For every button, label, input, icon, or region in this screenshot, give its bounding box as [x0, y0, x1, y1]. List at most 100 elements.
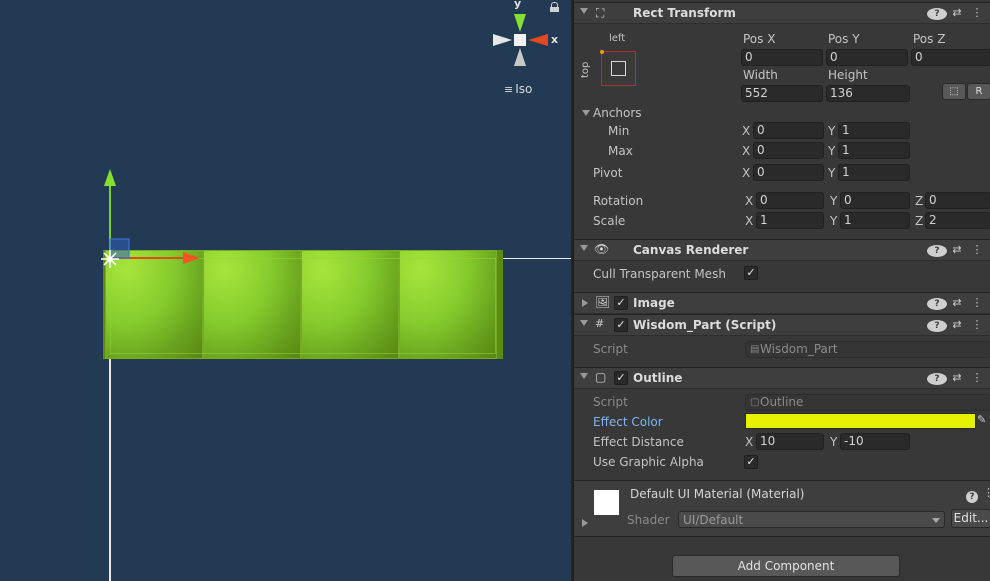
pos-z-field[interactable]: 0 — [911, 49, 990, 66]
help-icon[interactable]: ? — [927, 243, 947, 257]
help-icon[interactable]: ? — [927, 371, 947, 385]
pivot-y-field[interactable]: 1 — [838, 164, 910, 181]
canvas-renderer-header[interactable]: 👁 Canvas Renderer ? ⇄ ⋮ — [574, 239, 990, 261]
anchor-preset-h-label: left — [609, 33, 626, 44]
anchors-fold-icon[interactable] — [582, 110, 590, 116]
pos-x-label: Pos X — [743, 32, 776, 46]
anchors-label[interactable]: Anchors — [593, 106, 642, 120]
width-label: Width — [743, 68, 778, 82]
anchor-preset-square — [611, 61, 626, 76]
rot-z-axis: Z — [915, 194, 924, 208]
image-enabled-checkbox[interactable]: ✓ — [614, 296, 628, 310]
gizmo-left-cone — [493, 34, 512, 46]
gizmo-y-arrow — [104, 169, 116, 186]
add-component-button[interactable]: Add Component — [672, 555, 900, 577]
edit-shader-button[interactable]: Edit... — [951, 509, 990, 528]
scale-z-field[interactable]: 2 — [925, 212, 990, 229]
pivot-x-field[interactable]: 0 — [753, 164, 824, 181]
script-field[interactable]: ▤ Wisdom_Part — [745, 341, 990, 358]
material-help-icon[interactable]: ? — [966, 488, 978, 503]
raw-edit-button[interactable]: R — [967, 83, 990, 100]
gizmo-y-label: y — [514, 0, 522, 10]
scale-x-axis: X — [745, 214, 754, 228]
gizmo-x-label: x — [551, 33, 559, 46]
fold-arrow-icon[interactable] — [580, 8, 588, 14]
fold-arrow-icon[interactable] — [580, 373, 588, 379]
outline-script-label: Script — [593, 395, 628, 409]
max-label: Max — [608, 144, 633, 158]
wisdom-part-enabled-checkbox[interactable]: ✓ — [614, 318, 628, 332]
fold-arrow-icon[interactable] — [580, 245, 588, 251]
header-icons: ? ⇄ ⋮ — [927, 296, 987, 310]
min-y-field[interactable]: 1 — [838, 122, 910, 139]
presets-icon[interactable]: ⇄ — [947, 371, 967, 384]
eyedropper-icon[interactable]: ✎ — [977, 413, 986, 426]
blueprint-mode-button[interactable]: ⬚ — [942, 83, 966, 100]
dist-y-axis: Y — [830, 435, 838, 449]
scene-view[interactable]: y x ≡ Iso — [0, 0, 571, 581]
rect-transform-header[interactable]: ⛶ Rect Transform ? ⇄ ⋮ — [574, 2, 990, 24]
menu-icon: ≡ — [504, 83, 514, 96]
scale-x-field[interactable]: 1 — [756, 212, 824, 229]
fold-arrow-icon[interactable] — [582, 299, 588, 307]
more-icon[interactable]: ⋮ — [967, 371, 987, 384]
presets-icon[interactable]: ⇄ — [947, 318, 967, 331]
header-icons: ? ⇄ ⋮ — [927, 371, 987, 385]
rot-z-field[interactable]: 0 — [925, 192, 990, 209]
orientation-gizmo[interactable] — [490, 8, 554, 72]
material-title: Default UI Material (Material) — [630, 487, 805, 501]
fold-arrow-icon[interactable] — [580, 320, 588, 326]
component-title: Wisdom_Part (Script) — [633, 318, 777, 332]
effect-color-swatch[interactable] — [745, 413, 976, 429]
help-icon[interactable]: ? — [927, 296, 947, 310]
pos-x-field[interactable]: 0 — [741, 49, 823, 66]
cull-transparent-mesh-checkbox[interactable]: ✓ — [744, 266, 758, 280]
script-label: Script — [593, 342, 628, 356]
move-gizmo[interactable] — [95, 165, 210, 275]
pos-y-label: Pos Y — [828, 32, 860, 46]
presets-icon[interactable]: ⇄ — [947, 296, 967, 309]
scale-y-axis: Y — [830, 214, 838, 228]
outline-header[interactable]: ▢ ✓ Outline ? ⇄ ⋮ — [574, 367, 990, 389]
shader-dropdown[interactable]: UI/Default — [678, 511, 945, 528]
help-icon[interactable]: ? — [927, 318, 947, 332]
presets-icon[interactable]: ⇄ — [947, 243, 967, 256]
height-label: Height — [828, 68, 868, 82]
more-icon[interactable]: ⋮ — [967, 6, 987, 19]
wisdom-part-header[interactable]: # ✓ Wisdom_Part (Script) ? ⇄ ⋮ — [574, 314, 990, 336]
help-icon[interactable]: ? — [927, 6, 947, 20]
image-header[interactable]: 🖼 ✓ Image ? ⇄ ⋮ — [574, 292, 990, 314]
max-x-field[interactable]: 0 — [753, 142, 824, 159]
dist-x-field[interactable]: 10 — [756, 433, 824, 450]
more-icon[interactable]: ⋮ — [967, 243, 987, 256]
lock-icon[interactable] — [550, 2, 559, 12]
material-more-icon[interactable]: ⋮ — [983, 486, 990, 499]
chevron-down-icon — [932, 518, 940, 523]
min-x-field[interactable]: 0 — [753, 122, 824, 139]
pos-y-field[interactable]: 0 — [826, 49, 908, 66]
orientation-toggle[interactable]: ≡ Iso — [504, 82, 532, 96]
more-icon[interactable]: ⋮ — [967, 318, 987, 331]
material-fold-icon[interactable] — [582, 519, 588, 527]
component-title: Canvas Renderer — [633, 243, 749, 257]
presets-icon[interactable]: ⇄ — [947, 6, 967, 19]
header-icons: ? ⇄ ⋮ — [927, 6, 987, 20]
use-graphic-alpha-checkbox[interactable]: ✓ — [744, 455, 758, 469]
anchor-dot — [600, 50, 604, 54]
max-y-field[interactable]: 1 — [838, 142, 910, 159]
scale-y-field[interactable]: 1 — [840, 212, 910, 229]
scale-z-axis: Z — [915, 214, 924, 228]
eye-icon: 👁 — [594, 242, 610, 256]
height-field[interactable]: 136 — [826, 85, 910, 102]
outline-enabled-checkbox[interactable]: ✓ — [614, 371, 628, 385]
outline-script-field[interactable]: ▢ Outline — [745, 394, 990, 411]
dist-y-field[interactable]: -10 — [840, 433, 910, 450]
more-icon[interactable]: ⋮ — [967, 296, 987, 309]
anchor-preset-button[interactable] — [600, 50, 636, 86]
width-field[interactable]: 552 — [741, 85, 823, 102]
rot-y-field[interactable]: 0 — [840, 192, 910, 209]
material-section: Default UI Material (Material) Shader UI… — [574, 480, 990, 537]
gizmo-down-cone — [514, 48, 526, 66]
rot-x-field[interactable]: 0 — [756, 192, 824, 209]
gizmo-x-arrow — [183, 252, 200, 264]
